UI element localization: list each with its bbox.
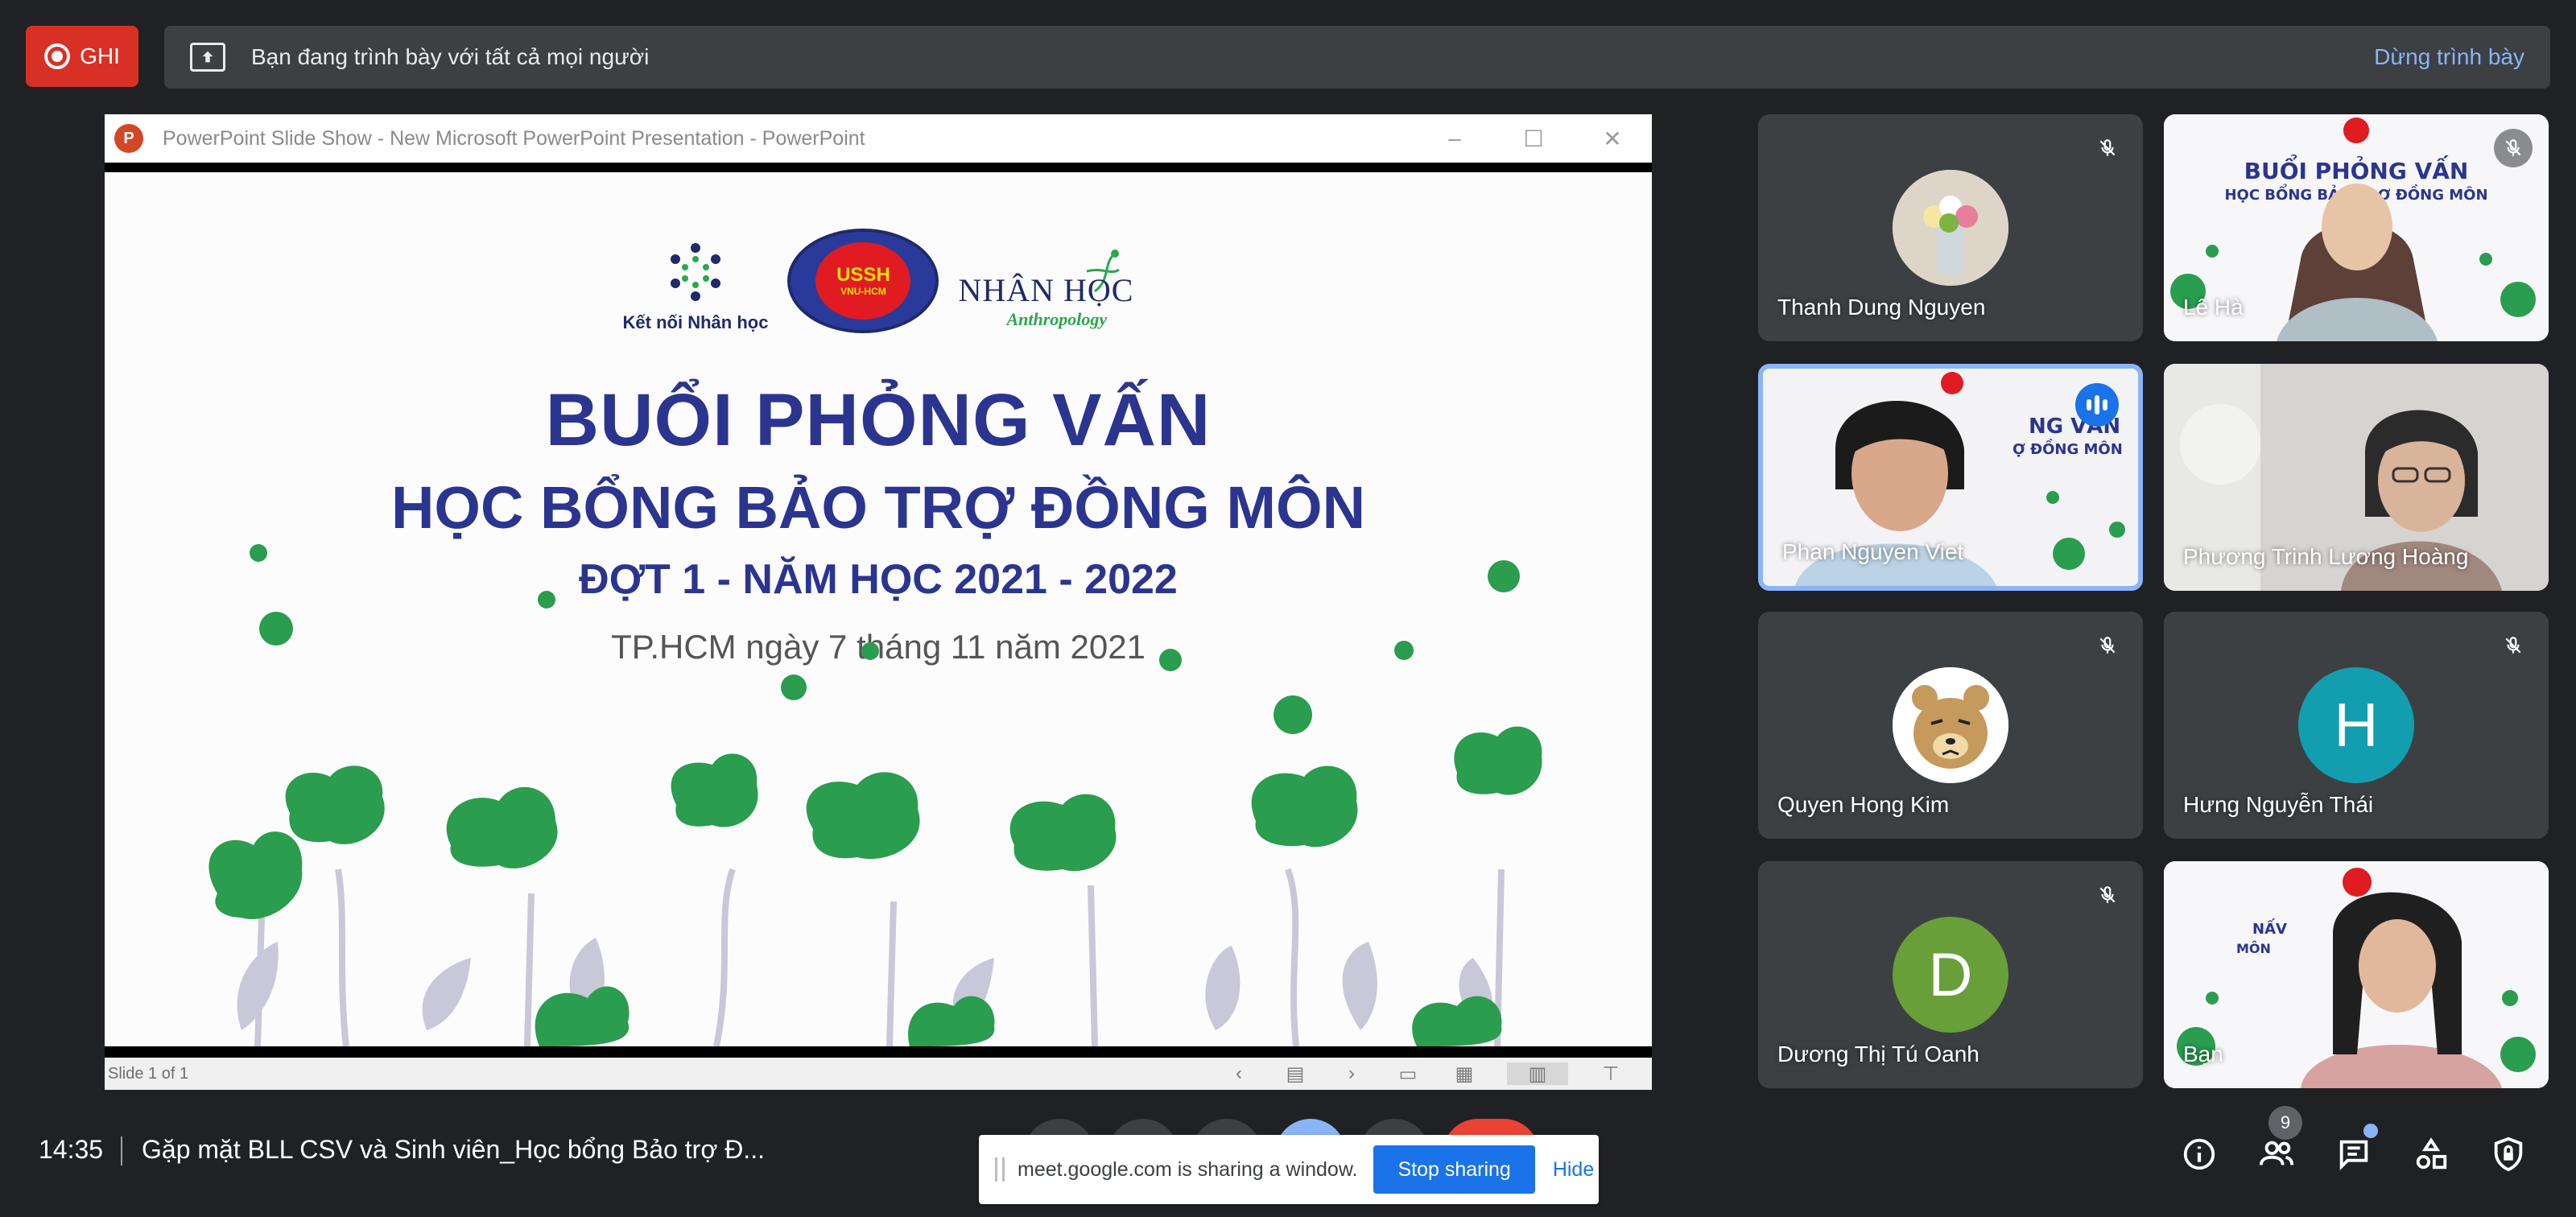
slide-menu-icon[interactable]: ▤	[1282, 1062, 1309, 1085]
shared-window: P PowerPoint Slide Show - New Microsoft …	[105, 114, 1652, 1090]
stop-sharing-button[interactable]: Stop sharing	[1373, 1145, 1535, 1194]
ketnoi-logo-text: Kết nối Nhân học	[622, 312, 769, 332]
record-icon	[44, 43, 71, 69]
mic-off-icon	[2088, 876, 2127, 914]
sharing-notice-text: meet.google.com is sharing a window.	[1018, 1157, 1358, 1181]
participant-tile[interactable]: Thanh Dung Nguyen	[1758, 114, 2143, 341]
ussh-logo-text: USSH	[836, 264, 890, 287]
svg-text:NẤV: NẤV	[2252, 918, 2287, 938]
participant-tile-self[interactable]: NẤV MÔN Bạn	[2164, 861, 2549, 1088]
slide-border	[105, 163, 1652, 172]
slideshow-statusbar: Slide 1 of 1 ‹ ▤ › ▭ ▦ ▥ ⊤	[105, 1058, 1652, 1090]
decor-dot	[538, 591, 555, 608]
svg-text:MÔN: MÔN	[2236, 941, 2271, 956]
host-controls-icon[interactable]	[2483, 1128, 2534, 1180]
chat-unread-indicator	[2363, 1124, 2378, 1138]
participant-name: Quyen Hong Kim	[1777, 792, 1950, 817]
slide-counter: Slide 1 of 1	[108, 1064, 189, 1083]
decor-dot	[250, 544, 267, 562]
participant-name: Phương Trinh Lương Hoàng	[2183, 544, 2469, 569]
avatar: D	[1893, 917, 2008, 1033]
plants-illustration	[208, 726, 1542, 1046]
next-slide-icon[interactable]: ›	[1338, 1062, 1365, 1085]
ketnoi-logo: Kết nối Nhân học	[622, 237, 769, 333]
participant-name: Bạn	[2183, 1042, 2223, 1066]
mic-off-icon	[2494, 626, 2533, 665]
slide-title: BUỔI PHỎNG VẤN	[545, 379, 1212, 461]
participant-tile[interactable]: Phương Trinh Lương Hoàng	[2164, 364, 2549, 591]
anthropology-logo-text: Anthropology	[1006, 309, 1108, 329]
sharing-notice-bar: meet.google.com is sharing a window. Sto…	[979, 1135, 1599, 1204]
ussh-logo-subtext: VNU-HCM	[840, 285, 886, 297]
stop-presenting-button[interactable]: Dừng trình bày	[2374, 44, 2524, 70]
activities-icon[interactable]	[2405, 1128, 2457, 1180]
nhanhoc-logo-text: NHÂN HỌC	[958, 272, 1134, 308]
slide-sorter-icon[interactable]: ▦	[1451, 1062, 1478, 1085]
svg-text:Ợ ĐỒNG MÔN: Ợ ĐỒNG MÔN	[2013, 439, 2123, 458]
slide-round: ĐỢT 1 - NĂM HỌC 2021 - 2022	[579, 556, 1178, 603]
slide-canvas: Kết nối Nhân học USSH VNU-HCM NHÂN HỌC A…	[105, 172, 1652, 1046]
participant-name: Thanh Dung Nguyen	[1777, 295, 1986, 320]
powerpoint-icon: P	[114, 124, 143, 153]
prev-slide-icon[interactable]: ‹	[1225, 1062, 1253, 1085]
participant-name: Lê Hà	[2183, 295, 2244, 320]
normal-view-icon[interactable]: ▭	[1394, 1062, 1422, 1085]
people-count-badge: 9	[2268, 1106, 2302, 1140]
speaking-indicator-icon	[2075, 383, 2119, 427]
participant-name: Phan Nguyen Viet	[1782, 539, 1964, 564]
present-to-all-icon	[190, 43, 225, 72]
record-button[interactable]: GHI	[26, 26, 138, 87]
participant-tile[interactable]: D Dương Thị Tú Oanh	[1758, 861, 2143, 1088]
ussh-seal-logo: USSH VNU-HCM	[787, 229, 939, 333]
participant-tile[interactable]: NG VẤN Ợ ĐỒNG MÔN Phan Nguyen Viet	[1758, 364, 2143, 591]
minimize-icon[interactable]: –	[1415, 126, 1494, 151]
divider	[121, 1137, 122, 1165]
participant-name: Hưng Nguyễn Thái	[2183, 792, 2374, 817]
slide-subtitle: HỌC BỔNG BẢO TRỢ ĐỒNG MÔN	[390, 474, 1366, 541]
avatar	[1893, 170, 2008, 286]
mic-off-icon	[2494, 129, 2533, 167]
avatar	[1893, 667, 2008, 783]
presenting-text: Bạn đang trình bày với tất cả mọi người	[251, 44, 650, 69]
hide-button[interactable]: Hide	[1553, 1158, 1594, 1182]
close-icon[interactable]: ✕	[1573, 126, 1652, 152]
slideshow-view-icon[interactable]: ⊤	[1597, 1062, 1624, 1085]
slide-border	[105, 1046, 1652, 1058]
ketnoi-mark-icon	[670, 243, 720, 301]
participant-tile[interactable]: Quyen Hong Kim	[1758, 612, 2143, 839]
presenting-banner: Bạn đang trình bày với tất cả mọi người …	[164, 26, 2550, 89]
record-label: GHI	[80, 43, 120, 68]
window-titlebar: P PowerPoint Slide Show - New Microsoft …	[105, 114, 1652, 163]
mic-off-icon	[2088, 626, 2127, 665]
participant-tile[interactable]: H Hưng Nguyễn Thái	[2164, 612, 2549, 839]
maximize-icon[interactable]: ☐	[1494, 126, 1573, 152]
meeting-clock: 14:35	[39, 1135, 104, 1164]
meeting-title: Gặp mặt BLL CSV và Sinh viên_Học bổng Bả…	[142, 1135, 765, 1164]
drag-handle-icon[interactable]	[995, 1157, 1005, 1182]
nhanhoc-logo: NHÂN HỌC Anthropology	[958, 247, 1133, 333]
reading-view-icon[interactable]: ▥	[1507, 1062, 1568, 1085]
participant-tile[interactable]: BUỔI PHỎNG VẤN HỌC BỔNG BẢO TRỢ ĐỒNG MÔN…	[2164, 114, 2549, 341]
info-icon[interactable]	[2174, 1128, 2225, 1180]
participant-name: Dương Thị Tú Oanh	[1777, 1042, 1979, 1066]
decor-dot	[1488, 560, 1520, 592]
avatar: H	[2298, 667, 2414, 783]
mic-off-icon	[2088, 129, 2127, 167]
slide-logos: Kết nối Nhân học USSH VNU-HCM NHÂN HỌC A…	[105, 229, 1652, 333]
window-title: PowerPoint Slide Show - New Microsoft Po…	[163, 126, 865, 150]
